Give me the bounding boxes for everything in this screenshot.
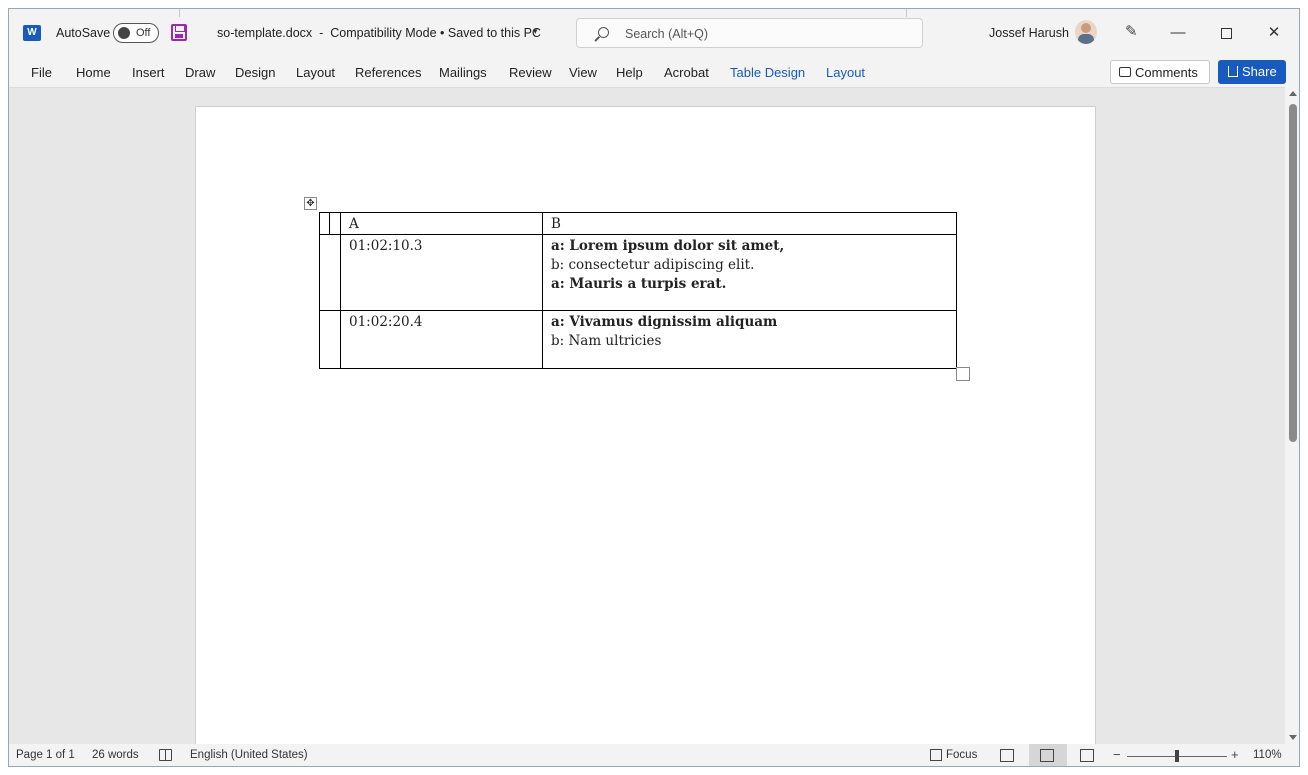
autosave-label: AutoSave: [56, 26, 111, 40]
transcript-line: a: Vivamus dignissim aliquam: [551, 314, 778, 330]
language[interactable]: English (United States): [190, 749, 308, 761]
tab-acrobat[interactable]: Acrobat: [664, 65, 709, 80]
zoom-level[interactable]: 110%: [1253, 749, 1282, 761]
tab-table-design[interactable]: Table Design: [730, 65, 805, 80]
tab-view[interactable]: View: [569, 65, 597, 80]
avatar[interactable]: [1075, 20, 1097, 44]
table-move-handle-icon[interactable]: ✥: [304, 197, 317, 210]
table-cell[interactable]: [329, 212, 341, 235]
tab-draw[interactable]: Draw: [185, 65, 215, 80]
zoom-in-icon[interactable]: +: [1231, 747, 1239, 762]
share-icon: [1228, 66, 1238, 77]
table-row: 01:02:20.4 a: Vivamus dignissim aliquam …: [319, 310, 957, 369]
table-cell[interactable]: [319, 212, 330, 235]
tab-help[interactable]: Help: [616, 65, 643, 80]
scroll-down-icon[interactable]: [1289, 735, 1297, 740]
document-page[interactable]: ✥ A B 01:02:10.3 a: Lorem ipsum dolor si…: [195, 106, 1096, 756]
status-bar: Page 1 of 1 26 words English (United Sta…: [9, 744, 1299, 766]
read-mode-icon[interactable]: [1000, 749, 1014, 762]
document-table[interactable]: A B 01:02:10.3 a: Lorem ipsum dolor sit …: [319, 212, 957, 369]
table-row: 01:02:10.3 a: Lorem ipsum dolor sit amet…: [319, 234, 957, 311]
table-resize-handle[interactable]: [956, 367, 970, 381]
autosave-toggle[interactable]: Off: [113, 23, 159, 43]
toggle-knob: [118, 27, 130, 39]
web-layout-icon[interactable]: [1080, 749, 1094, 762]
transcript-line: a: Lorem ipsum dolor sit amet,: [551, 238, 785, 254]
print-layout-icon[interactable]: [1040, 749, 1054, 762]
share-label: Share: [1242, 64, 1277, 79]
minimize-button[interactable]: —: [1155, 9, 1201, 57]
close-button[interactable]: ✕: [1251, 9, 1297, 57]
tab-table-layout[interactable]: Layout: [826, 65, 865, 80]
title-bar: W AutoSave Off so-template.docx - Compat…: [9, 9, 1299, 57]
table-header-cell[interactable]: A: [340, 212, 543, 235]
maximize-icon: [1220, 27, 1232, 39]
table-header-cell[interactable]: B: [542, 212, 957, 235]
zoom-out-icon[interactable]: −: [1113, 747, 1121, 762]
table-cell-time[interactable]: 01:02:20.4: [340, 310, 543, 369]
scroll-up-icon[interactable]: [1289, 91, 1297, 96]
tab-layout[interactable]: Layout: [296, 65, 335, 80]
divider: [179, 9, 180, 17]
transcript-line: a: Mauris a turpis erat.: [551, 276, 727, 292]
focus-label[interactable]: Focus: [946, 749, 977, 761]
scroll-thumb[interactable]: [1289, 104, 1297, 442]
word-window: W AutoSave Off so-template.docx - Compat…: [8, 8, 1300, 767]
table-cell-time[interactable]: 01:02:10.3: [340, 234, 543, 311]
proofing-book-icon[interactable]: [159, 749, 172, 761]
divider: [906, 9, 907, 17]
table-row: A B: [319, 212, 957, 235]
search-box[interactable]: Search (Alt+Q): [576, 18, 923, 48]
word-count[interactable]: 26 words: [92, 749, 139, 761]
chevron-down-icon[interactable]: ▾: [533, 26, 538, 37]
vertical-scrollbar[interactable]: [1285, 87, 1299, 744]
document-canvas: ✥ A B 01:02:10.3 a: Lorem ipsum dolor si…: [9, 87, 1285, 756]
share-button[interactable]: Share: [1218, 60, 1286, 84]
tab-mailings[interactable]: Mailings: [439, 65, 487, 80]
comments-button[interactable]: Comments: [1110, 60, 1210, 84]
tab-references[interactable]: References: [355, 65, 421, 80]
search-placeholder: Search (Alt+Q): [625, 27, 709, 41]
tab-home[interactable]: Home: [76, 65, 111, 80]
table-cell-text[interactable]: a: Vivamus dignissim aliquam b: Nam ultr…: [542, 310, 957, 369]
pen-sparkle-icon[interactable]: ✎: [1125, 23, 1139, 41]
table-cell[interactable]: [319, 234, 341, 311]
zoom-slider-thumb[interactable]: [1175, 750, 1179, 762]
autosave-state: Off: [136, 27, 151, 39]
tab-file[interactable]: File: [31, 65, 52, 80]
tab-review[interactable]: Review: [509, 65, 552, 80]
maximize-button[interactable]: [1203, 9, 1249, 57]
table-cell[interactable]: [319, 310, 341, 369]
save-icon[interactable]: [171, 24, 187, 41]
user-name[interactable]: Jossef Harush: [989, 26, 1069, 40]
tab-insert[interactable]: Insert: [132, 65, 165, 80]
close-icon: ✕: [1267, 24, 1281, 41]
minimize-icon: —: [1170, 24, 1186, 41]
comments-label: Comments: [1135, 65, 1198, 80]
comment-icon: [1119, 67, 1131, 77]
search-icon: [598, 27, 609, 38]
tab-design[interactable]: Design: [235, 65, 275, 80]
document-title[interactable]: so-template.docx - Compatibility Mode • …: [217, 26, 541, 40]
focus-icon[interactable]: [930, 749, 942, 761]
word-app-icon[interactable]: W: [23, 25, 41, 41]
ribbon-tabs: File Home Insert Draw Design Layout Refe…: [9, 57, 1299, 87]
transcript-line: b: Nam ultricies: [551, 333, 662, 349]
page-count[interactable]: Page 1 of 1: [16, 749, 75, 761]
transcript-line: b: consectetur adipiscing elit.: [551, 257, 755, 273]
table-cell-text[interactable]: a: Lorem ipsum dolor sit amet, b: consec…: [542, 234, 957, 311]
